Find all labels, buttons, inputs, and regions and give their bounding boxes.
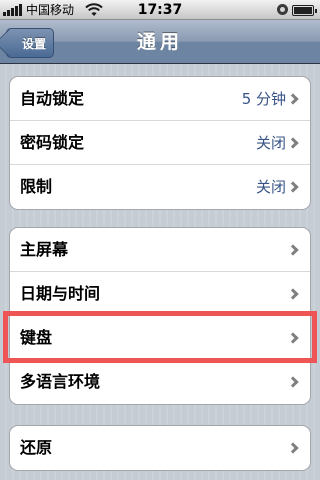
chevron-right-icon xyxy=(287,376,299,388)
chevron-right-icon xyxy=(287,181,299,193)
status-bar: 中国移动 17:37 xyxy=(0,0,320,20)
highlight-box xyxy=(3,311,317,363)
back-button-label: 设置 xyxy=(21,36,46,51)
row-label: 限制 xyxy=(20,177,53,196)
settings-group-reset: 还原 xyxy=(9,425,311,471)
battery-fill xyxy=(294,7,312,14)
row-restrictions[interactable]: 限制 关闭 xyxy=(10,165,310,209)
chevron-right-icon xyxy=(287,442,299,454)
row-value: 关闭 xyxy=(255,134,286,152)
settings-group-lock: 自动锁定 5 分钟 密码锁定 关闭 限制 关闭 xyxy=(9,76,311,210)
row-label: 还原 xyxy=(20,438,53,457)
navigation-bar: 设置 通用 xyxy=(0,20,320,64)
chevron-right-icon xyxy=(287,93,299,105)
row-reset[interactable]: 还原 xyxy=(10,426,310,470)
row-value: 5 分钟 xyxy=(241,90,286,108)
chevron-right-icon xyxy=(287,137,299,149)
lock-rotation-icon xyxy=(277,4,288,15)
row-auto-lock[interactable]: 自动锁定 5 分钟 xyxy=(10,77,310,121)
row-label: 自动锁定 xyxy=(20,89,85,108)
row-international[interactable]: 多语言环境 xyxy=(10,360,310,404)
row-label: 主屏幕 xyxy=(20,240,69,259)
clock: 17:37 xyxy=(137,2,183,18)
row-label: 日期与时间 xyxy=(20,284,101,303)
row-home-screen[interactable]: 主屏幕 xyxy=(10,228,310,272)
row-label: 多语言环境 xyxy=(20,372,101,391)
row-date-time[interactable]: 日期与时间 xyxy=(10,272,310,316)
row-label: 密码锁定 xyxy=(20,133,85,152)
page-title: 通用 xyxy=(136,31,183,53)
row-passcode-lock[interactable]: 密码锁定 关闭 xyxy=(10,121,310,165)
chevron-right-icon xyxy=(287,244,299,256)
row-value: 关闭 xyxy=(255,178,286,196)
chevron-right-icon xyxy=(287,288,299,300)
battery-icon xyxy=(292,5,317,16)
